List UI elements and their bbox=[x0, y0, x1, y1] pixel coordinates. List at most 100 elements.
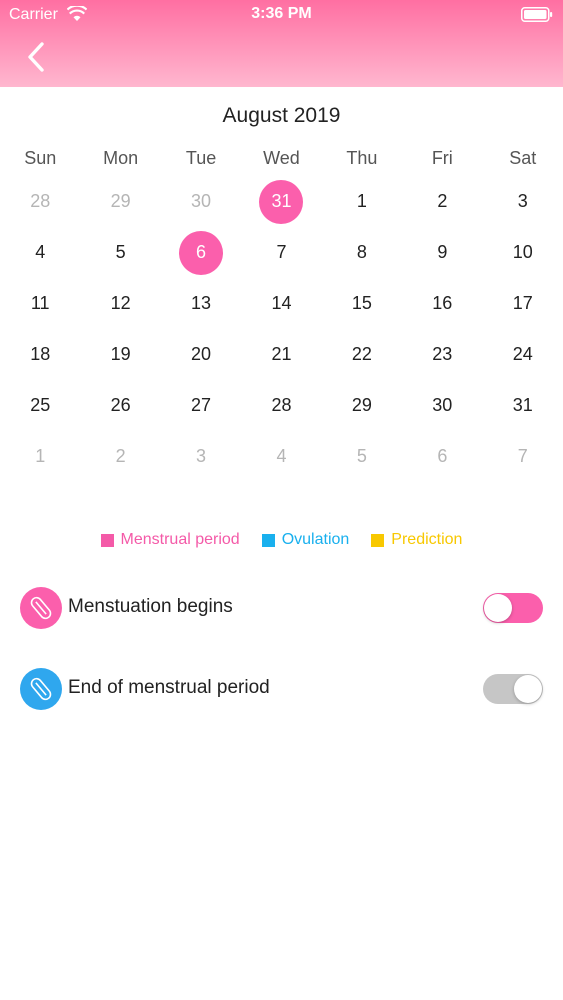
calendar-day[interactable]: 7 bbox=[241, 227, 321, 278]
week-row: 4 5 6 7 8 9 10 bbox=[0, 227, 563, 278]
weekday-label: Thu bbox=[346, 147, 378, 168]
legend-swatch bbox=[261, 533, 275, 547]
calendar-day-number: 15 bbox=[351, 293, 372, 313]
weekday-row: Sun Mon Tue Wed Thu Fri Sat bbox=[0, 140, 563, 176]
calendar-day[interactable]: 3 bbox=[161, 431, 241, 482]
week-row: 18 19 20 21 22 23 24 bbox=[0, 329, 563, 380]
calendar-day[interactable]: 31 bbox=[483, 380, 563, 431]
calendar-day-number: 1 bbox=[35, 446, 46, 466]
calendar-day[interactable]: 13 bbox=[161, 278, 241, 329]
setting-row: Menstuation begins bbox=[0, 583, 563, 633]
calendar-grid: Sun Mon Tue Wed Thu Fri Sat 28 29 30 31 1 2 3 4 5 6 7 8 9 1… bbox=[0, 140, 563, 482]
calendar-day-number: 2 bbox=[437, 191, 448, 211]
pad-icon bbox=[20, 668, 62, 710]
calendar-day-number: 26 bbox=[110, 395, 131, 415]
weekday-label: Mon bbox=[103, 147, 139, 168]
weekday-label: Fri bbox=[431, 147, 453, 168]
legend-label: Prediction bbox=[391, 531, 463, 548]
legend-item: Prediction bbox=[371, 531, 462, 549]
calendar-day[interactable]: 6 bbox=[161, 227, 241, 278]
setting-toggle[interactable] bbox=[483, 674, 543, 704]
calendar-day[interactable]: 5 bbox=[322, 431, 402, 482]
calendar-day[interactable]: 28 bbox=[241, 380, 321, 431]
calendar-day[interactable]: 19 bbox=[80, 329, 160, 380]
calendar-day[interactable]: 21 bbox=[241, 329, 321, 380]
legend-item: Menstrual period bbox=[100, 531, 240, 549]
calendar-day[interactable]: 23 bbox=[402, 329, 482, 380]
calendar-day-number: 4 bbox=[35, 242, 46, 262]
calendar-day[interactable]: 27 bbox=[161, 380, 241, 431]
calendar-day[interactable]: 6 bbox=[402, 431, 482, 482]
calendar-day-number: 22 bbox=[351, 344, 372, 364]
calendar-day[interactable]: 9 bbox=[402, 227, 482, 278]
calendar-day-number: 1 bbox=[356, 191, 367, 211]
calendar-day-number: 27 bbox=[191, 395, 212, 415]
calendar-day[interactable]: 14 bbox=[241, 278, 321, 329]
calendar-day[interactable]: 5 bbox=[80, 227, 160, 278]
month-title: August 2019 bbox=[222, 104, 341, 127]
calendar-day[interactable]: 30 bbox=[402, 380, 482, 431]
calendar-day-number: 9 bbox=[437, 242, 448, 262]
calendar-day-number: 30 bbox=[432, 395, 453, 415]
calendar-day[interactable]: 29 bbox=[80, 176, 160, 227]
calendar-day[interactable]: 4 bbox=[241, 431, 321, 482]
calendar-day[interactable]: 15 bbox=[322, 278, 402, 329]
setting-toggle[interactable] bbox=[483, 593, 543, 623]
status-bar: Carrier 3:36 PM bbox=[0, 0, 563, 30]
calendar-day-number: 3 bbox=[517, 191, 528, 211]
legend-label: Ovulation bbox=[281, 531, 350, 548]
calendar-day-number: 17 bbox=[512, 293, 533, 313]
calendar-day[interactable]: 18 bbox=[0, 329, 80, 380]
calendar-day[interactable]: 12 bbox=[80, 278, 160, 329]
calendar-day[interactable]: 28 bbox=[0, 176, 80, 227]
calendar-day[interactable]: 22 bbox=[322, 329, 402, 380]
calendar-day[interactable]: 10 bbox=[483, 227, 563, 278]
calendar-day-number: 20 bbox=[191, 344, 212, 364]
calendar-day-number: 31 bbox=[512, 395, 533, 415]
legend-swatch bbox=[371, 533, 385, 547]
calendar-day-number: 29 bbox=[351, 395, 372, 415]
calendar-day-number: 21 bbox=[271, 344, 292, 364]
calendar-day[interactable]: 1 bbox=[322, 176, 402, 227]
calendar-day[interactable]: 8 bbox=[322, 227, 402, 278]
week-row: 28 29 30 31 1 2 3 bbox=[0, 176, 563, 227]
calendar-day[interactable]: 2 bbox=[80, 431, 160, 482]
calendar-day[interactable]: 25 bbox=[0, 380, 80, 431]
calendar-day-number: 24 bbox=[512, 344, 533, 364]
calendar-day[interactable]: 3 bbox=[483, 176, 563, 227]
legend-label: Menstrual period bbox=[120, 531, 240, 548]
calendar-day-number: 16 bbox=[432, 293, 453, 313]
calendar-day[interactable]: 20 bbox=[161, 329, 241, 380]
calendar-day[interactable]: 16 bbox=[402, 278, 482, 329]
calendar-day[interactable]: 24 bbox=[483, 329, 563, 380]
setting-label: End of menstrual period bbox=[68, 677, 270, 698]
week-row: 11 12 13 14 15 16 17 bbox=[0, 278, 563, 329]
calendar-day[interactable]: 4 bbox=[0, 227, 80, 278]
calendar-day-number: 30 bbox=[191, 191, 212, 211]
calendar-day[interactable]: 26 bbox=[80, 380, 160, 431]
week-row: 25 26 27 28 29 30 31 bbox=[0, 380, 563, 431]
toggle-knob bbox=[514, 675, 542, 703]
calendar-day-number: 19 bbox=[110, 344, 131, 364]
calendar-day[interactable]: 11 bbox=[0, 278, 80, 329]
setting-label: Menstuation begins bbox=[68, 596, 233, 617]
status-time: 3:36 PM bbox=[251, 5, 312, 22]
back-button[interactable] bbox=[22, 40, 52, 74]
calendar-day-number: 28 bbox=[271, 395, 292, 415]
calendar-day[interactable]: 30 bbox=[161, 176, 241, 227]
calendar-day[interactable]: 7 bbox=[483, 431, 563, 482]
calendar-day-number: 13 bbox=[191, 293, 212, 313]
legend-swatch bbox=[100, 533, 114, 547]
calendar-day[interactable]: 1 bbox=[0, 431, 80, 482]
weekday-label: Sat bbox=[509, 147, 537, 168]
calendar-day-number: 11 bbox=[30, 293, 50, 313]
calendar-day-number: 14 bbox=[271, 293, 292, 313]
weekday-label: Sun bbox=[24, 147, 57, 168]
calendar-day[interactable]: 17 bbox=[483, 278, 563, 329]
calendar-day-number: 10 bbox=[512, 242, 533, 262]
calendar-day[interactable]: 31 bbox=[241, 176, 321, 227]
toggle-knob bbox=[484, 594, 512, 622]
calendar-day[interactable]: 2 bbox=[402, 176, 482, 227]
calendar-day[interactable]: 29 bbox=[322, 380, 402, 431]
calendar-day-number: 28 bbox=[30, 191, 51, 211]
